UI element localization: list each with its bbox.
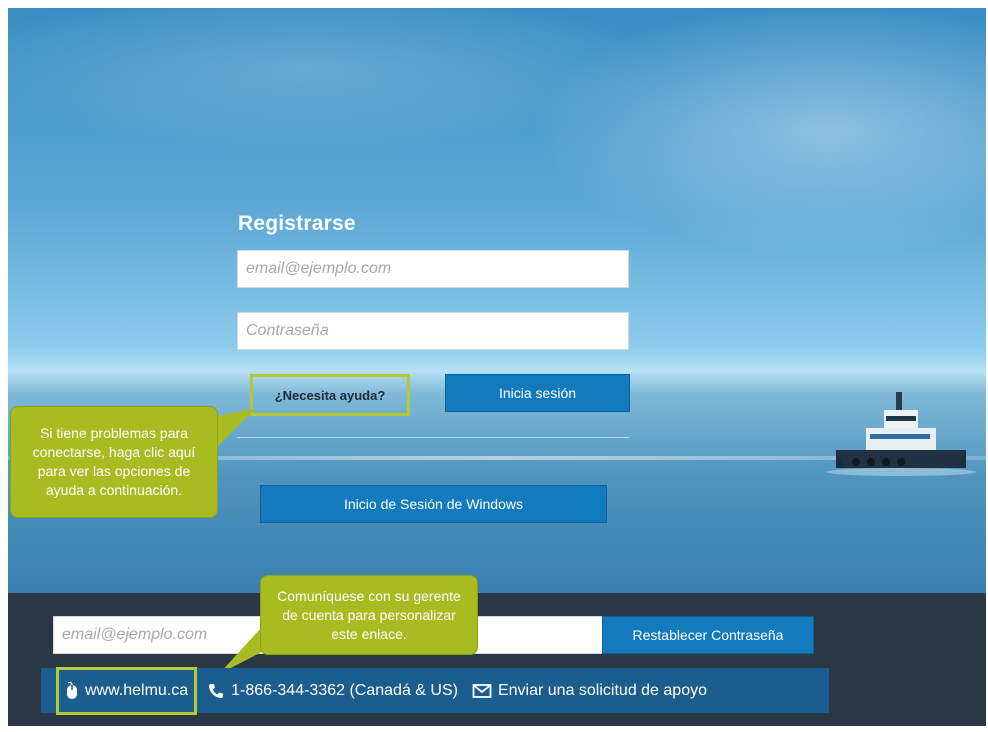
phone-link[interactable]: 1-866-344-3362 (Canadá & US) [207, 682, 458, 700]
website-link[interactable]: www.helmu.ca [56, 666, 198, 715]
website-link-label: www.helmu.ca [85, 681, 189, 699]
envelope-icon [472, 683, 492, 699]
help-link[interactable]: ¿Necesita ayuda? [250, 374, 410, 416]
support-request-link[interactable]: Enviar una solicitud de apoyo [472, 682, 707, 700]
divider [237, 437, 629, 438]
password-input[interactable] [237, 312, 629, 350]
mouse-icon [65, 681, 79, 700]
help-callout: Si tiene problemas para conectarse, haga… [10, 406, 218, 518]
reset-password-button[interactable]: Restablecer Contraseña [602, 616, 814, 654]
login-title: Registrarse [238, 212, 356, 235]
email-input[interactable] [237, 250, 629, 288]
account-callout: Comuníquese con su gerente de cuenta par… [260, 575, 478, 655]
phone-link-label: 1-866-344-3362 (Canadá & US) [231, 681, 458, 699]
login-button[interactable]: Inicia sesión [445, 374, 630, 412]
tugboat-image [826, 392, 976, 476]
support-request-label: Enviar una solicitud de apoyo [497, 681, 707, 699]
login-page: Registrarse ¿Necesita ayuda? Inicia sesi… [8, 8, 986, 726]
contact-links-bar: www.helmu.ca 1-866-344-3362 (Canadá & US… [41, 666, 829, 715]
phone-icon [207, 682, 225, 700]
windows-login-button[interactable]: Inicio de Sesión de Windows [260, 485, 607, 523]
